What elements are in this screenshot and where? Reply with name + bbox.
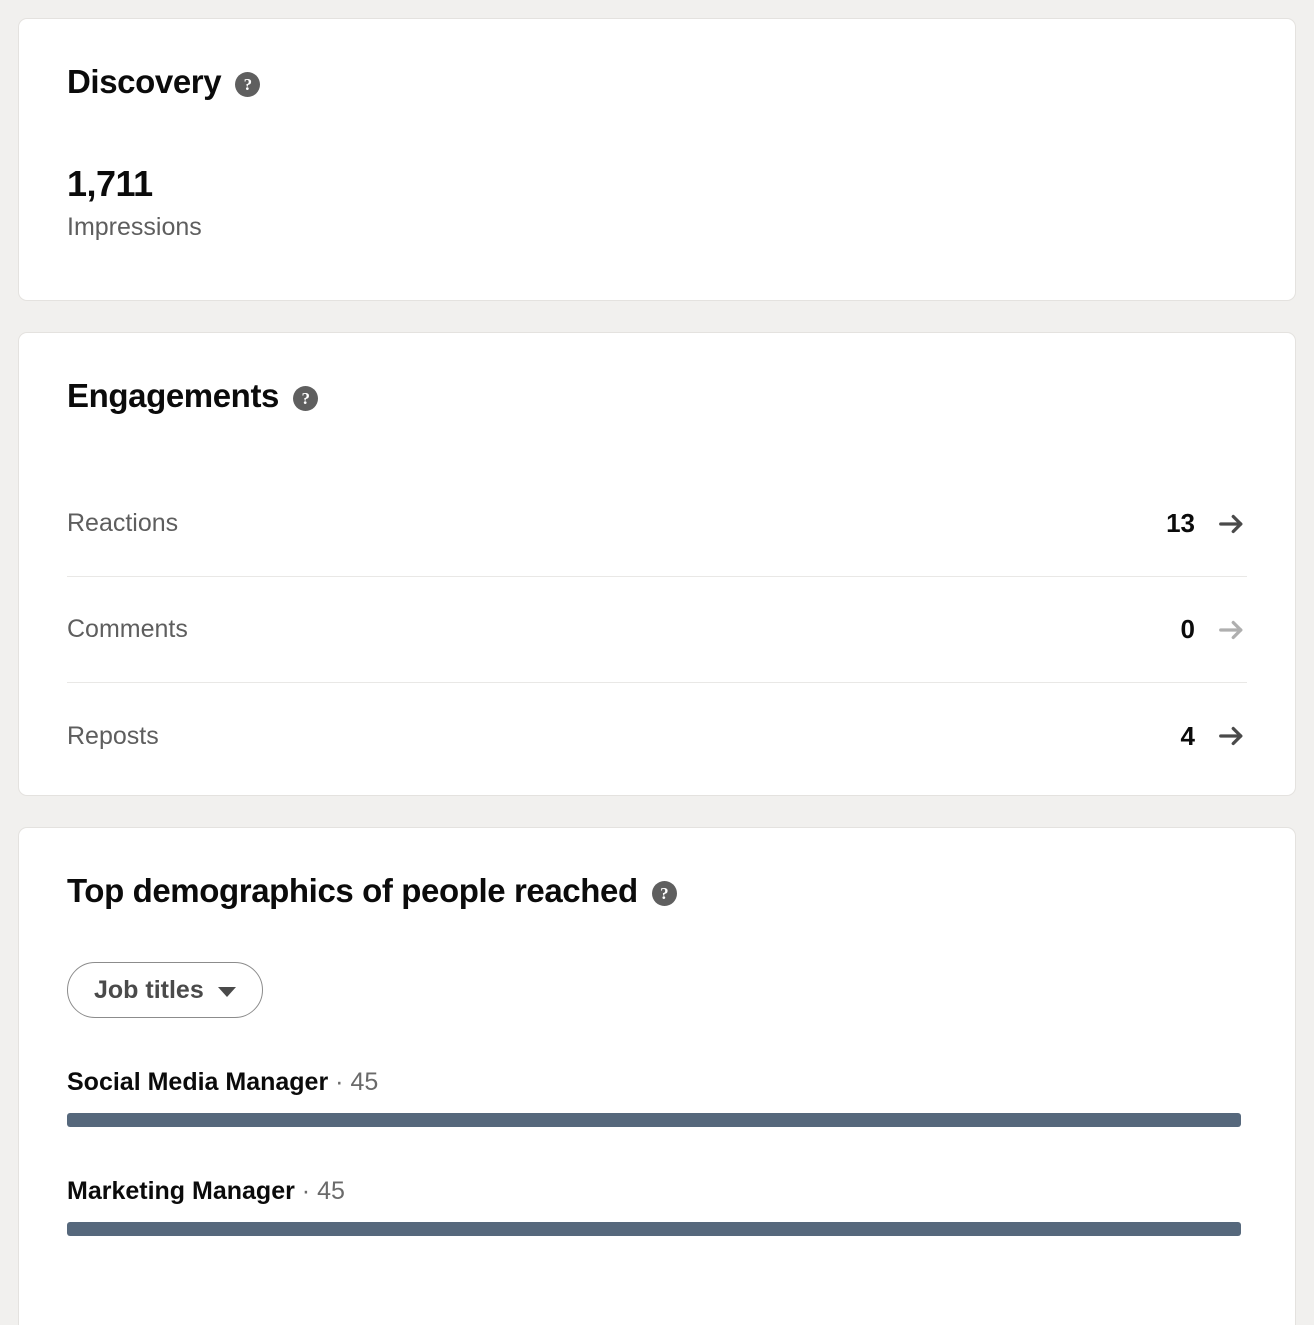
demographic-item: Marketing Manager · 45 [67,1177,1247,1236]
arrow-right-icon[interactable] [1217,721,1247,751]
arrow-right-icon [1217,615,1247,645]
demographic-name: Marketing Manager [67,1177,295,1205]
demographics-card: Top demographics of people reached ? Job… [18,827,1296,1325]
analytics-page: Discovery ? 1,711 Impressions Engagement… [0,0,1314,1325]
page-title: Discovery [67,63,221,101]
demographics-title: Top demographics of people reached [67,872,638,910]
row-value: 0 [1181,614,1195,645]
row-value: 13 [1166,508,1195,539]
row-value-group: 0 [1181,614,1247,645]
row-label: Comments [67,615,188,644]
demographic-bar-track [67,1113,1241,1127]
demographic-item: Social Media Manager · 45 [67,1068,1247,1127]
help-circle-icon[interactable]: ? [235,72,260,97]
impressions-value: 1,711 [67,163,1247,205]
row-label: Reactions [67,509,178,538]
filter-label: Job titles [94,976,204,1005]
demographic-separator: · [302,1177,310,1205]
engagement-row-comments[interactable]: Comments 0 [67,577,1247,683]
row-value-group: 4 [1181,721,1247,752]
demographic-bar [67,1113,1241,1127]
engagements-title: Engagements [67,377,279,415]
help-circle-icon[interactable]: ? [652,881,677,906]
engagement-row-reactions[interactable]: Reactions 13 [67,471,1247,577]
demographic-count: 45 [317,1177,345,1205]
demographic-bar [67,1222,1241,1236]
demographic-label-row: Social Media Manager · 45 [67,1068,1247,1097]
row-value-group: 13 [1166,508,1247,539]
demographic-count: 45 [350,1068,378,1096]
chevron-down-icon [218,987,236,997]
engagements-card: Engagements ? Reactions 13 Comments 0 [18,332,1296,796]
engagement-row-reposts[interactable]: Reposts 4 [67,683,1247,789]
arrow-right-icon[interactable] [1217,509,1247,539]
demographic-name: Social Media Manager [67,1068,328,1096]
demographics-title-row: Top demographics of people reached ? [67,872,1247,910]
impressions-label: Impressions [67,213,1247,242]
demographic-separator: · [335,1068,343,1096]
job-titles-filter-button[interactable]: Job titles [67,962,263,1018]
row-value: 4 [1181,721,1195,752]
engagements-rows: Reactions 13 Comments 0 Repo [67,471,1247,789]
discovery-title-row: Discovery ? [67,63,1247,101]
help-circle-icon[interactable]: ? [293,386,318,411]
row-label: Reposts [67,722,159,751]
discovery-card: Discovery ? 1,711 Impressions [18,18,1296,301]
demographic-label-row: Marketing Manager · 45 [67,1177,1247,1206]
engagements-title-row: Engagements ? [67,377,1247,415]
demographic-bar-track [67,1222,1241,1236]
